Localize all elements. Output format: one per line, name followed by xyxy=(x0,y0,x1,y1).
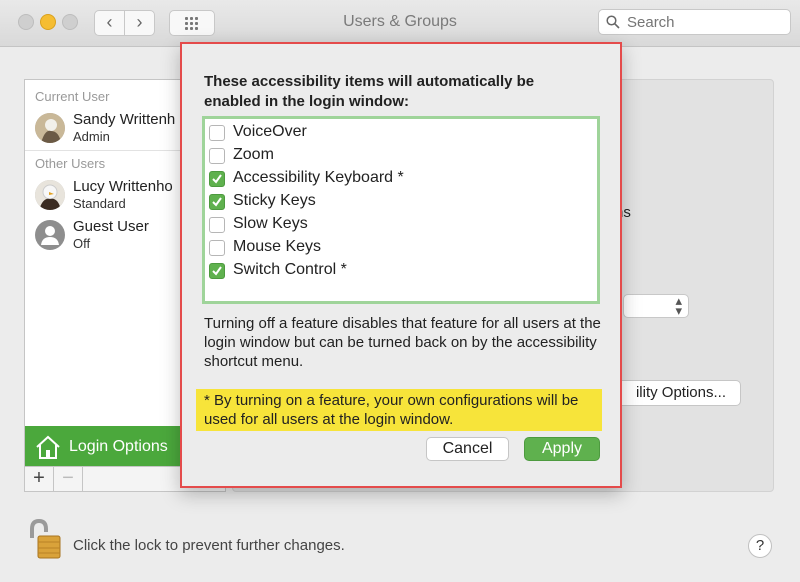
checkbox[interactable] xyxy=(209,240,225,256)
remove-user-button[interactable]: − xyxy=(54,467,83,491)
user-name: Sandy Writtenh xyxy=(73,111,176,128)
user-name: Lucy Writtenho xyxy=(73,178,173,195)
search-input[interactable] xyxy=(625,13,779,32)
checkbox[interactable] xyxy=(209,171,225,187)
configuration-note: * By turning on a feature, your own conf… xyxy=(196,389,602,431)
chevron-right-icon: › xyxy=(136,12,143,32)
cancel-button[interactable]: Cancel xyxy=(426,437,509,461)
lock-status-text: Click the lock to prevent further change… xyxy=(73,537,345,554)
user-role: Off xyxy=(73,236,91,251)
guest-avatar-icon xyxy=(35,220,65,250)
chevron-left-icon: ‹ xyxy=(106,12,113,32)
close-window-button[interactable] xyxy=(18,14,34,30)
checkbox[interactable] xyxy=(209,217,225,233)
title-bar: ‹ › Users & Groups xyxy=(0,0,800,47)
minimize-window-button[interactable] xyxy=(40,14,56,30)
accessibility-items-list: VoiceOver Zoom Accessibility Keyboard * … xyxy=(202,116,600,304)
list-item[interactable]: Accessibility Keyboard * xyxy=(209,168,589,190)
back-button[interactable]: ‹ xyxy=(94,10,125,36)
list-item-label: Switch Control * xyxy=(233,261,347,278)
checkbox[interactable] xyxy=(209,125,225,141)
forward-button[interactable]: › xyxy=(124,10,155,36)
list-item[interactable]: Sticky Keys xyxy=(209,191,589,213)
list-item-label: Slow Keys xyxy=(233,215,308,232)
add-user-button[interactable]: + xyxy=(25,467,54,491)
list-item-label: VoiceOver xyxy=(233,123,307,140)
pane-popup-menu[interactable]: ▴ ▾ xyxy=(623,294,689,318)
apply-button[interactable]: Apply xyxy=(524,437,600,461)
list-item-label: Zoom xyxy=(233,146,274,163)
list-item-label: Mouse Keys xyxy=(233,238,322,255)
avatar xyxy=(35,113,65,143)
show-all-button[interactable] xyxy=(169,10,215,36)
accessibility-login-sheet: These accessibility items will automatic… xyxy=(180,42,622,488)
user-role: Standard xyxy=(73,196,126,211)
search-icon xyxy=(606,15,620,29)
list-item-label: Sticky Keys xyxy=(233,192,316,209)
house-icon xyxy=(36,435,60,459)
plus-icon: + xyxy=(33,467,45,489)
list-item[interactable]: Mouse Keys xyxy=(209,237,589,259)
checkmark-icon xyxy=(212,197,222,207)
list-item-label: Accessibility Keyboard * xyxy=(233,169,404,186)
user-name: Guest User xyxy=(73,218,149,235)
checkbox[interactable] xyxy=(209,194,225,210)
other-users-header: Other Users xyxy=(35,156,106,171)
search-field[interactable] xyxy=(598,9,791,35)
sheet-heading: These accessibility items will automatic… xyxy=(204,73,535,110)
updown-arrows-icon: ▴ ▾ xyxy=(675,293,682,318)
accessibility-options-button[interactable]: ility Options... xyxy=(617,380,741,406)
help-button[interactable]: ? xyxy=(748,534,772,558)
current-user-header: Current User xyxy=(35,89,110,104)
minus-icon: − xyxy=(62,467,74,489)
list-item[interactable]: Zoom xyxy=(209,145,589,167)
user-role: Admin xyxy=(73,129,110,144)
question-mark-icon: ? xyxy=(755,537,765,554)
lock-icon[interactable] xyxy=(24,518,62,560)
sheet-description: Turning off a feature disables that feat… xyxy=(204,315,601,370)
checkmark-icon xyxy=(212,174,222,184)
list-item[interactable]: Switch Control * xyxy=(209,260,589,282)
zoom-window-button[interactable] xyxy=(62,14,78,30)
checkmark-icon xyxy=(212,266,222,276)
list-item[interactable]: Slow Keys xyxy=(209,214,589,236)
list-item[interactable]: VoiceOver xyxy=(209,122,589,144)
login-options-label: Login Options xyxy=(69,438,168,455)
checkbox[interactable] xyxy=(209,263,225,279)
checkbox[interactable] xyxy=(209,148,225,164)
avatar xyxy=(35,180,65,210)
window-title: Users & Groups xyxy=(343,13,457,30)
